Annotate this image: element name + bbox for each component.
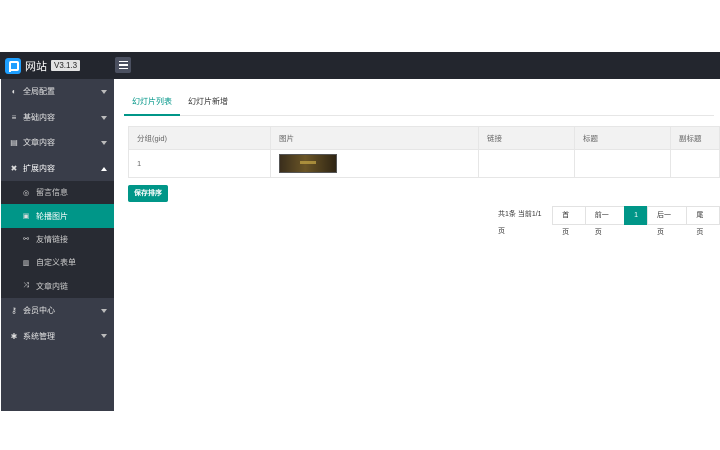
sidebar-item-label: 文章内容 bbox=[23, 138, 55, 148]
slides-table: 分组(gid) 图片 链接 标题 副标题 1 bbox=[128, 126, 720, 178]
sidebar-item-article-content[interactable]: ▤ 文章内容 bbox=[1, 130, 114, 156]
sidebar-item-label: 系统管理 bbox=[23, 331, 55, 341]
expand-icon: ✖ bbox=[10, 163, 18, 173]
chevron-down-icon bbox=[101, 334, 107, 339]
sidebar-item-extended-content[interactable]: ✖ 扩展内容 bbox=[1, 156, 114, 182]
sidebar-item-label: 友情链接 bbox=[36, 234, 68, 244]
tab-slide-add[interactable]: 幻灯片新增 bbox=[180, 89, 236, 115]
file-icon: ▤ bbox=[10, 138, 18, 148]
table-header-row: 分组(gid) 图片 链接 标题 副标题 bbox=[128, 126, 720, 150]
logo-p-icon bbox=[5, 57, 21, 74]
lock-icon: ⚷ bbox=[11, 306, 17, 316]
cell-link bbox=[478, 149, 575, 178]
sidebar-item-friend-links[interactable]: ⚯ 友情链接 bbox=[1, 228, 114, 251]
prev-page-button[interactable]: 前一页 bbox=[584, 206, 626, 236]
sidebar: ◐ 全局配置 ≡ 基础内容 ▤ 文章内容 ✖ 扩展内容 ◎ 留言信息 ▣ 轮播图… bbox=[1, 79, 114, 411]
link-icon: ⚯ bbox=[23, 236, 29, 244]
sidebar-item-label: 基础内容 bbox=[23, 112, 55, 122]
form-icon: ▥ bbox=[22, 259, 30, 267]
sidebar-item-article-links[interactable]: ⤨ 文章内链 bbox=[1, 275, 114, 298]
column-header-link: 链接 bbox=[478, 126, 575, 150]
sidebar-item-label: 自定义表单 bbox=[36, 258, 76, 268]
sidebar-item-label: 扩展内容 bbox=[23, 163, 55, 173]
image-icon: ▣ bbox=[22, 213, 30, 221]
sidebar-item-label: 轮播图片 bbox=[36, 211, 68, 221]
sidebar-item-messages[interactable]: ◎ 留言信息 bbox=[1, 181, 114, 204]
column-header-gid: 分组(gid) bbox=[128, 126, 271, 150]
top-bar: 网站 V3.1.3 bbox=[0, 52, 720, 79]
admin-app: 网站 V3.1.3 ◐ 全局配置 ≡ 基础内容 ▤ 文章内容 ✖ 扩展内容 ◎ bbox=[0, 52, 720, 411]
shuffle-icon: ⤨ bbox=[23, 282, 29, 290]
tab-slide-list[interactable]: 幻灯片列表 bbox=[124, 89, 180, 116]
sidebar-item-custom-form[interactable]: ▥ 自定义表单 bbox=[1, 251, 114, 274]
sliders-icon: ≡ bbox=[11, 112, 17, 122]
pagination-info: 共1条 当前1/1页 bbox=[498, 206, 554, 235]
tab-bar: 幻灯片列表 幻灯片新增 bbox=[124, 89, 714, 116]
version-badge: V3.1.3 bbox=[51, 60, 81, 71]
save-order-button[interactable]: 保存排序 bbox=[128, 185, 168, 202]
main-content: 幻灯片列表 幻灯片新增 分组(gid) 图片 链接 标题 副标题 1 保存排序 … bbox=[114, 79, 720, 411]
sidebar-item-label: 全局配置 bbox=[23, 87, 55, 97]
cell-subtitle bbox=[670, 149, 720, 178]
current-page[interactable]: 1 bbox=[624, 206, 648, 225]
gear-icon: ✱ bbox=[10, 331, 18, 341]
dashboard-icon: ◐ bbox=[11, 87, 17, 97]
sidebar-item-label: 留言信息 bbox=[36, 188, 68, 198]
sidebar-item-basic-content[interactable]: ≡ 基础内容 bbox=[1, 105, 114, 131]
sidebar-item-carousel[interactable]: ▣ 轮播图片 bbox=[1, 204, 114, 228]
logo[interactable]: 网站 V3.1.3 bbox=[5, 56, 81, 75]
first-page-button[interactable]: 首页 bbox=[552, 206, 586, 236]
last-page-button[interactable]: 尾页 bbox=[686, 206, 720, 236]
column-header-title: 标题 bbox=[574, 126, 671, 150]
site-name: 网站 bbox=[25, 60, 47, 73]
chevron-down-icon bbox=[101, 141, 107, 145]
cell-gid: 1 bbox=[128, 149, 271, 178]
pagination: 共1条 当前1/1页 首页 前一页 1 后一页 尾页 bbox=[498, 206, 720, 236]
sidebar-item-label: 会员中心 bbox=[23, 306, 55, 316]
slide-thumbnail[interactable] bbox=[279, 154, 337, 173]
sidebar-item-member-center[interactable]: ⚷ 会员中心 bbox=[1, 298, 114, 324]
sidebar-item-global-config[interactable]: ◐ 全局配置 bbox=[1, 79, 114, 105]
cell-title bbox=[574, 149, 671, 178]
table-row: 1 bbox=[128, 149, 720, 178]
chevron-up-icon bbox=[101, 166, 107, 171]
chevron-down-icon bbox=[101, 308, 107, 313]
chevron-down-icon bbox=[101, 90, 107, 94]
question-circle-icon: ◎ bbox=[22, 189, 30, 197]
next-page-button[interactable]: 后一页 bbox=[647, 206, 688, 236]
column-header-image: 图片 bbox=[270, 126, 479, 150]
sidebar-item-label: 文章内链 bbox=[36, 281, 68, 291]
cell-image bbox=[270, 149, 479, 178]
sidebar-item-system-management[interactable]: ✱ 系统管理 bbox=[1, 323, 114, 349]
hamburger-icon[interactable] bbox=[115, 57, 131, 73]
column-header-subtitle: 副标题 bbox=[670, 126, 720, 150]
submenu-extended: ◎ 留言信息 ▣ 轮播图片 ⚯ 友情链接 ▥ 自定义表单 ⤨ 文章内链 bbox=[1, 181, 114, 298]
chevron-down-icon bbox=[101, 115, 107, 120]
